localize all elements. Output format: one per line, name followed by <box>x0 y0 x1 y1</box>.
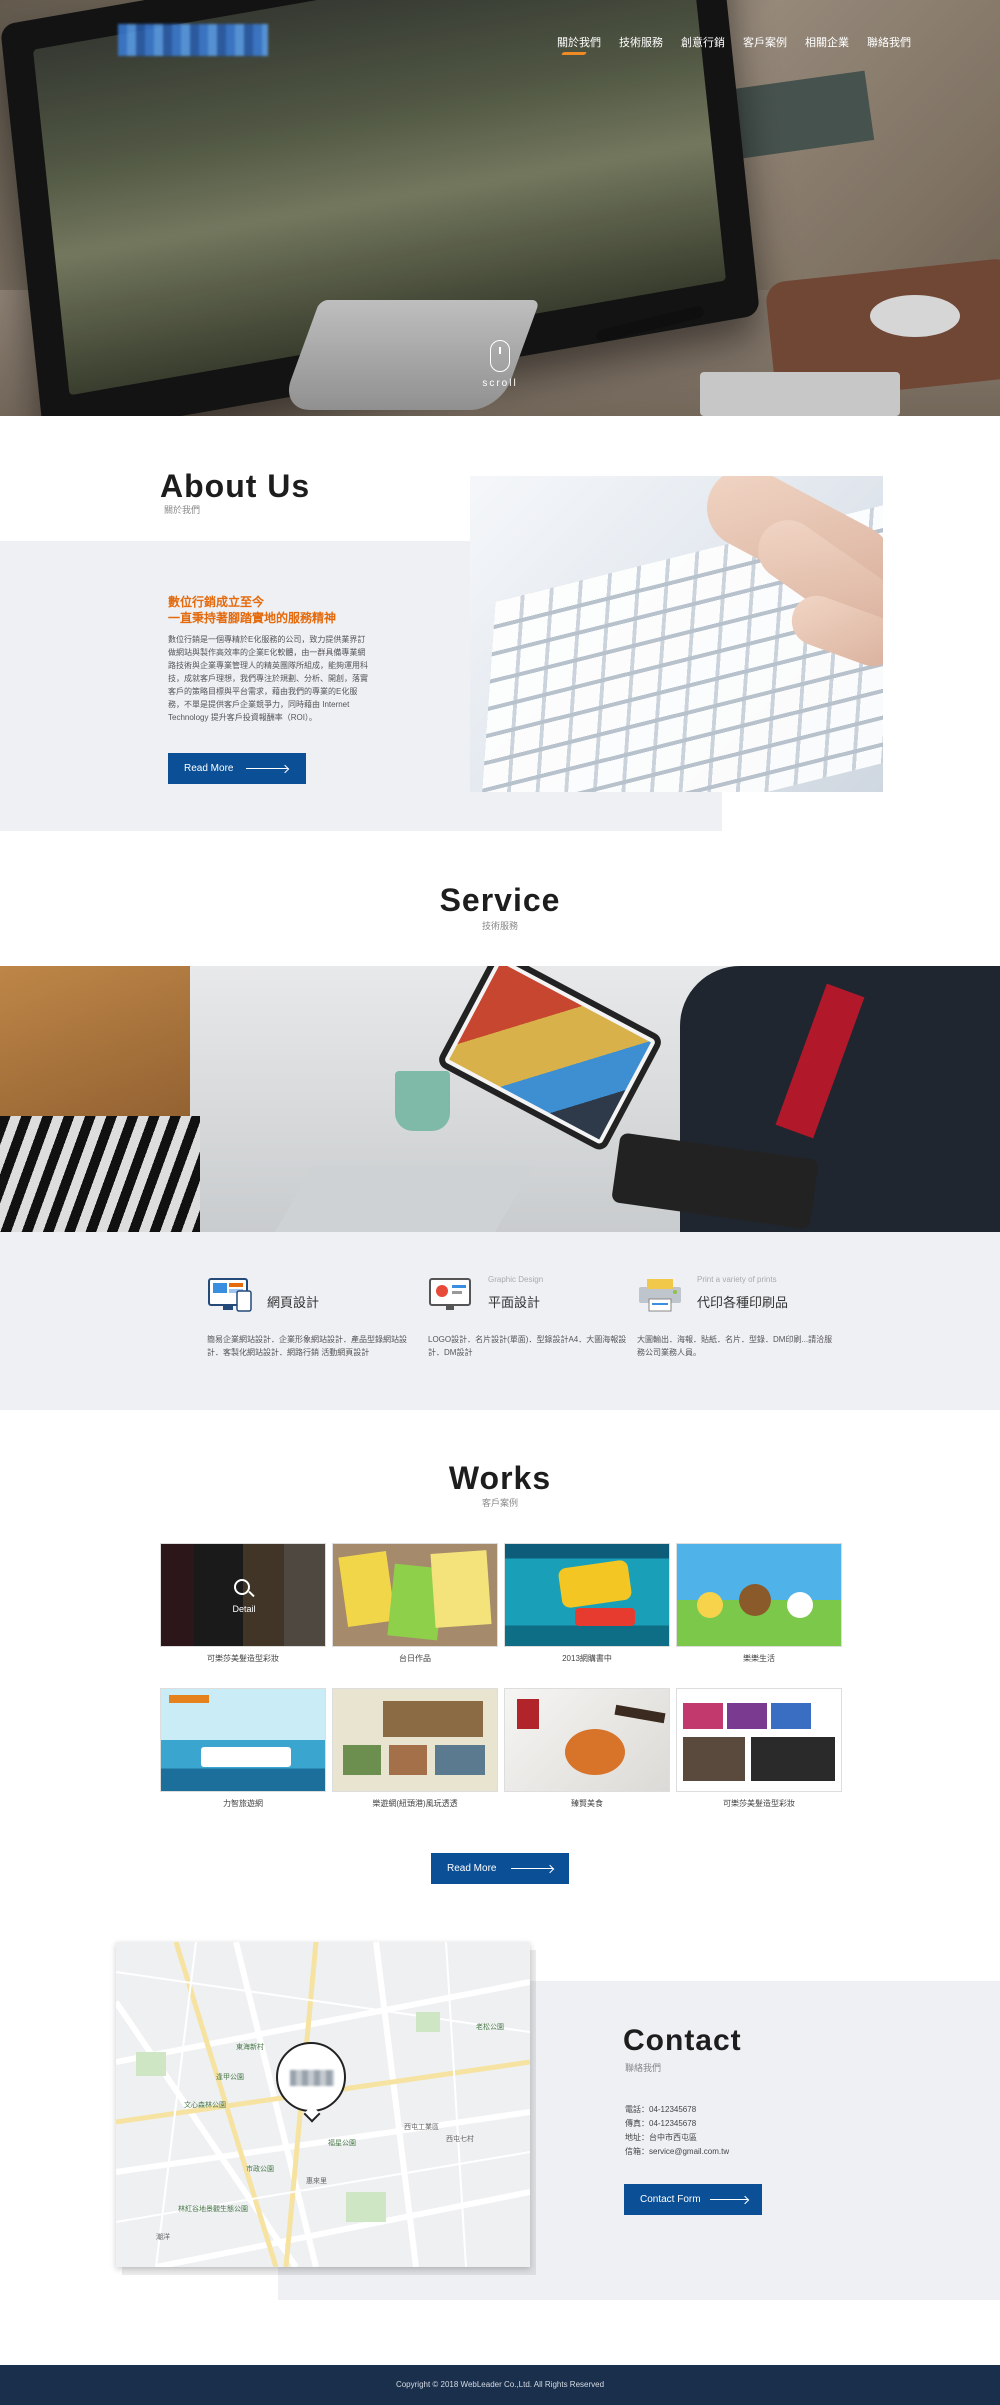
page: 關於我們 技術服務 創意行銷 客戶案例 相關企業 聯絡我們 scroll Abo… <box>0 0 1000 2405</box>
about-read-more-label: Read More <box>184 763 234 774</box>
contact-address: 地址：台中市西屯區 <box>625 2133 697 2142</box>
works-read-more-button[interactable]: Read More <box>431 1853 569 1884</box>
service-item-desc: LOGO設計．名片設計(單面)．型錄設計A4．大圖海報設計．DM設計 <box>428 1335 627 1357</box>
map-label: 惠來里 <box>306 2178 327 2185</box>
nav-item-related[interactable]: 相關企業 <box>796 33 858 53</box>
map-label: 逢甲公園 <box>216 2074 244 2081</box>
map-label: 林紅谷地景觀生態公園 <box>178 2206 248 2213</box>
map-marker[interactable] <box>276 2042 346 2123</box>
service-item-en: Graphic Design <box>488 1275 544 1284</box>
nav-item-contact[interactable]: 聯絡我們 <box>858 33 920 53</box>
work-caption: 可樂莎美髮造型彩妝 <box>207 1654 279 1663</box>
work-hover-overlay[interactable]: Detail <box>161 1544 325 1646</box>
works-subtitle: 客戶案例 <box>481 1498 518 1508</box>
work-thumbnail <box>160 1688 326 1792</box>
work-thumbnail <box>504 1688 670 1792</box>
about-body: 數位行銷是一個專精於E化服務的公司，致力提供業界訂做網站與製作高效率的企業E化軟… <box>168 635 368 722</box>
service-panel <box>0 1232 1000 1410</box>
contact-title: Contact <box>623 2024 742 2057</box>
magnifier-icon <box>234 1579 250 1595</box>
nav-item-marketing[interactable]: 創意行銷 <box>672 33 734 53</box>
work-caption: 樂樂生活 <box>743 1654 775 1663</box>
detail-label: Detail <box>232 1604 256 1614</box>
about-read-more-button[interactable]: Read More <box>168 753 306 784</box>
contact-subtitle: 聯絡我們 <box>625 2063 662 2073</box>
works-read-more-label: Read More <box>447 1863 497 1874</box>
work-thumbnail <box>504 1543 670 1647</box>
service-item-desc: 大圖輸出．海報．貼紙．名片．型錄．DM印刷...請洽服務公司業務人員。 <box>637 1335 833 1357</box>
map-label: 市政公園 <box>246 2166 274 2173</box>
service-meeting-photo <box>0 966 1000 1232</box>
work-item[interactable]: Detail 可樂莎美髮造型彩妝 <box>160 1543 326 1669</box>
service-title: Service <box>439 882 561 918</box>
arrow-right-icon <box>710 2199 748 2200</box>
contact-form-button[interactable]: Contact Form <box>624 2184 762 2215</box>
service-item-title: 代印各種印刷品 <box>697 1295 789 1310</box>
work-caption: 樂遊網(紐頭港)風玩透透 <box>372 1799 458 1808</box>
work-item[interactable]: 力智旅遊網 <box>160 1688 326 1814</box>
about-keyboard-photo <box>470 476 883 792</box>
work-item[interactable]: 2013網購書中 <box>504 1543 670 1669</box>
work-thumbnail <box>332 1688 498 1792</box>
footer: Copyright © 2018 WebLeader Co.,Ltd. All … <box>0 2365 1000 2405</box>
main-nav: 關於我們 技術服務 創意行銷 客戶案例 相關企業 聯絡我們 <box>548 33 920 53</box>
service-item-desc: 簡易企業網站設計．企業形象網站設計．產品型錄網站設計．客製化網站設計．網路行銷 … <box>207 1335 407 1357</box>
map-label: 潮洋 <box>156 2234 170 2241</box>
contact-form-label: Contact Form <box>640 2194 701 2205</box>
work-item[interactable]: 可樂莎美髮造型彩妝 <box>676 1688 842 1814</box>
site-logo[interactable] <box>118 24 268 56</box>
web-design-icon <box>208 1278 252 1312</box>
work-caption: 臻賢美食 <box>571 1799 603 1808</box>
map-label: 東海新村 <box>236 2044 264 2051</box>
arrow-right-icon <box>246 768 288 769</box>
hero-banner: 關於我們 技術服務 創意行銷 客戶案例 相關企業 聯絡我們 scroll <box>0 0 1000 416</box>
printer-icon <box>639 1279 681 1312</box>
contact-fax: 傳真：04-12345678 <box>625 2119 697 2128</box>
map-marker-logo <box>290 2070 334 2086</box>
cup-shape <box>395 1071 450 1131</box>
work-thumbnail <box>676 1543 842 1647</box>
work-caption: 可樂莎美髮造型彩妝 <box>723 1799 795 1808</box>
work-item[interactable]: 臻賢美食 <box>504 1688 670 1814</box>
nav-item-about[interactable]: 關於我們 <box>548 33 610 53</box>
works-title: Works <box>448 1460 552 1496</box>
work-thumbnail <box>332 1543 498 1647</box>
mouse-scroll-icon <box>490 340 510 372</box>
contact-phone: 電話：04-12345678 <box>625 2105 697 2114</box>
nav-item-services[interactable]: 技術服務 <box>610 33 672 53</box>
about-subtitle: 關於我們 <box>164 505 201 515</box>
contact-email[interactable]: 信箱：service@gmail.com.tw <box>625 2146 729 2157</box>
about-heading-line2: 一直秉持著腳踏實地的服務精神 <box>168 611 337 625</box>
service-item-en: Print a variety of prints <box>697 1275 777 1284</box>
arrow-right-icon <box>511 1868 553 1869</box>
work-thumbnail <box>676 1688 842 1792</box>
map-label: 西屯七村 <box>446 2136 474 2143</box>
map-label: 西屯工業區 <box>404 2124 439 2131</box>
scroll-label: scroll <box>482 378 518 389</box>
service-item-title: 網頁設計 <box>267 1295 320 1310</box>
map-label: 老松公園 <box>476 2024 504 2031</box>
work-item[interactable]: 台日作品 <box>332 1543 498 1669</box>
about-heading: 數位行銷成立至今 一直秉持著腳踏實地的服務精神 <box>168 594 468 626</box>
footer-copyright: Copyright © 2018 WebLeader Co.,Ltd. All … <box>395 2380 605 2389</box>
work-item[interactable]: 樂遊網(紐頭港)風玩透透 <box>332 1688 498 1814</box>
location-map[interactable]: 東海新村 逢甲公園 文心森林公園 西屯工業區 老松公園 西屯七村 福星公園 惠來… <box>116 1942 530 2267</box>
tablet-shape <box>435 966 665 1153</box>
graphic-design-icon <box>429 1278 471 1310</box>
work-item[interactable]: 樂樂生活 <box>676 1543 842 1669</box>
scroll-hint[interactable]: scroll <box>470 340 530 389</box>
work-caption: 力智旅遊網 <box>223 1799 263 1808</box>
work-thumbnail: Detail <box>160 1543 326 1647</box>
map-label: 文心森林公園 <box>184 2102 226 2109</box>
map-label: 福星公園 <box>328 2140 356 2147</box>
about-title: About Us <box>160 468 311 504</box>
about-heading-line1: 數位行銷成立至今 <box>168 595 265 609</box>
service-item-title: 平面設計 <box>488 1295 541 1310</box>
work-caption: 2013網購書中 <box>562 1654 612 1663</box>
service-subtitle: 技術服務 <box>481 921 518 931</box>
work-caption: 台日作品 <box>399 1654 431 1663</box>
nav-item-cases[interactable]: 客戶案例 <box>734 33 796 53</box>
